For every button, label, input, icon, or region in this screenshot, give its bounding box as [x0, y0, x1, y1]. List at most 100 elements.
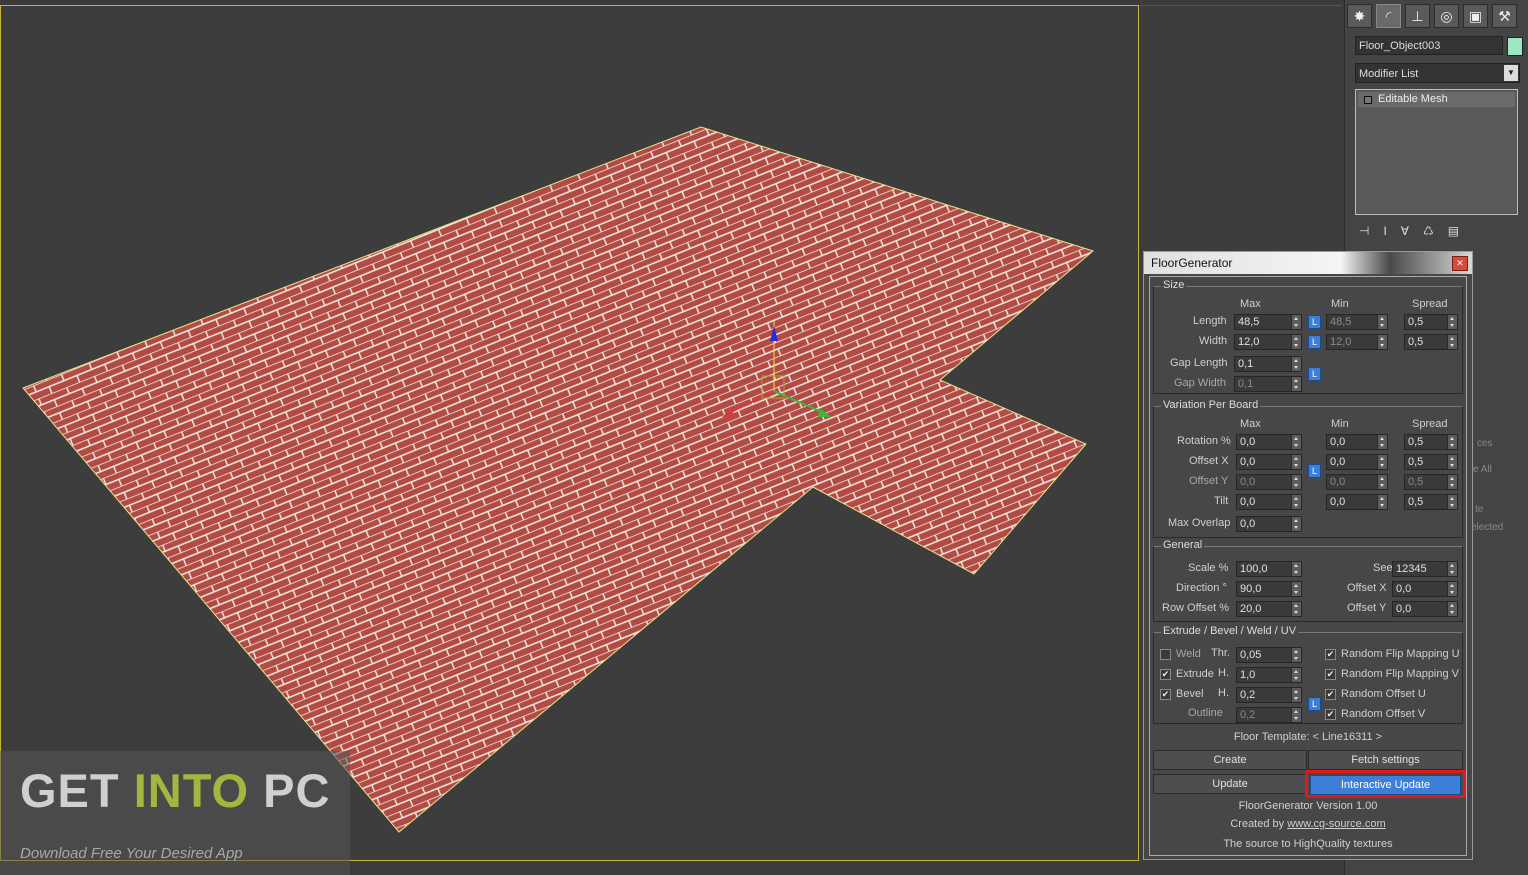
create-button[interactable]: Create [1153, 750, 1307, 770]
remove-modifier-icon[interactable]: ♺ [1423, 224, 1434, 238]
spinner-arrows-icon[interactable] [1291, 648, 1301, 662]
offset-v-checkbox[interactable]: ✔ [1325, 709, 1336, 720]
flip-v-checkbox[interactable]: ✔ [1325, 669, 1336, 680]
rotation-max-spinner[interactable]: 0,0 [1236, 434, 1302, 450]
spinner-arrows-icon[interactable] [1291, 562, 1301, 576]
spinner-arrows-icon[interactable] [1447, 602, 1457, 616]
chevron-down-icon[interactable]: ▼ [1504, 65, 1518, 81]
object-name-field[interactable]: Floor_Object003 [1355, 36, 1503, 55]
object-color-swatch[interactable] [1507, 37, 1523, 56]
seed-spinner[interactable]: 12345 [1392, 561, 1458, 577]
direction-spinner[interactable]: 90,0 [1236, 581, 1302, 597]
offset-y-max-spinner[interactable]: 0,0 [1236, 474, 1302, 490]
spinner-arrows-icon[interactable] [1447, 315, 1457, 329]
spinner-arrows-icon[interactable] [1447, 562, 1457, 576]
spinner-arrows-icon[interactable] [1377, 495, 1387, 509]
scale-spinner[interactable]: 100,0 [1236, 561, 1302, 577]
general-offset-x-spinner[interactable]: 0,0 [1392, 581, 1458, 597]
width-lock-button[interactable]: L [1308, 335, 1321, 349]
bevel-checkbox[interactable]: ✔ [1160, 689, 1171, 700]
length-min-spinner[interactable]: 48,5 [1326, 314, 1388, 330]
close-icon[interactable]: ✕ [1452, 256, 1468, 271]
tilt-max-spinner[interactable]: 0,0 [1236, 494, 1302, 510]
offset-y-min-spinner[interactable]: 0,0 [1326, 474, 1388, 490]
bevel-height-spinner[interactable]: 0,2 [1236, 687, 1302, 703]
perspective-viewport[interactable] [0, 5, 1139, 861]
spinner-arrows-icon[interactable] [1447, 475, 1457, 489]
spinner-arrows-icon[interactable] [1377, 335, 1387, 349]
outline-spinner[interactable]: 0,2 [1236, 707, 1302, 723]
rotation-min-spinner[interactable]: 0,0 [1326, 434, 1388, 450]
spinner-arrows-icon[interactable] [1377, 475, 1387, 489]
weld-threshold-spinner[interactable]: 0,05 [1236, 647, 1302, 663]
length-spread-spinner[interactable]: 0,5 [1404, 314, 1458, 330]
spinner-arrows-icon[interactable] [1291, 688, 1301, 702]
spinner-arrows-icon[interactable] [1291, 602, 1301, 616]
stack-item-editable-mesh[interactable]: Editable Mesh [1358, 92, 1515, 107]
spinner-arrows-icon[interactable] [1377, 455, 1387, 469]
general-offset-y-spinner[interactable]: 0,0 [1392, 601, 1458, 617]
modifier-list-dropdown[interactable]: Modifier List ▼ [1355, 63, 1520, 83]
create-tab-icon[interactable]: ✸ [1347, 4, 1372, 28]
spinner-arrows-icon[interactable] [1291, 357, 1301, 371]
tilt-min-spinner[interactable]: 0,0 [1326, 494, 1388, 510]
spinner-arrows-icon[interactable] [1291, 495, 1301, 509]
spinner-arrows-icon[interactable] [1291, 517, 1301, 531]
spinner-arrows-icon[interactable] [1291, 582, 1301, 596]
bevel-lock-button[interactable]: L [1308, 697, 1321, 711]
spinner-arrows-icon[interactable] [1447, 455, 1457, 469]
spinner-arrows-icon[interactable] [1291, 377, 1301, 391]
make-unique-icon[interactable]: ∀ [1401, 224, 1409, 238]
gap-lock-button[interactable]: L [1308, 367, 1321, 381]
pin-stack-icon[interactable]: ⊣ [1359, 224, 1369, 238]
width-min-spinner[interactable]: 12,0 [1326, 334, 1388, 350]
gap-length-spinner[interactable]: 0,1 [1234, 356, 1302, 372]
dialog-title[interactable]: FloorGenerator [1144, 252, 1472, 274]
max-overlap-spinner[interactable]: 0,0 [1236, 516, 1302, 532]
offset-x-min-spinner[interactable]: 0,0 [1326, 454, 1388, 470]
offset-x-spread-spinner[interactable]: 0,5 [1404, 454, 1458, 470]
watermark-into: INTO [133, 764, 250, 817]
extrude-height-spinner[interactable]: 1,0 [1236, 667, 1302, 683]
spinner-arrows-icon[interactable] [1447, 495, 1457, 509]
cg-source-link[interactable]: www.cg-source.com [1287, 818, 1385, 830]
floor-template-label[interactable]: Floor Template: < Line16311 > [1153, 731, 1463, 743]
spinner-arrows-icon[interactable] [1291, 455, 1301, 469]
flip-u-checkbox[interactable]: ✔ [1325, 649, 1336, 660]
offset-u-checkbox[interactable]: ✔ [1325, 689, 1336, 700]
gap-width-spinner[interactable]: 0,1 [1234, 376, 1302, 392]
spinner-arrows-icon[interactable] [1291, 315, 1301, 329]
spinner-arrows-icon[interactable] [1377, 315, 1387, 329]
spinner-arrows-icon[interactable] [1447, 582, 1457, 596]
update-button[interactable]: Update [1153, 774, 1307, 794]
spinner-arrows-icon[interactable] [1377, 435, 1387, 449]
spinner-arrows-icon[interactable] [1291, 335, 1301, 349]
fetch-settings-button[interactable]: Fetch settings [1308, 750, 1463, 770]
configure-sets-icon[interactable]: ▤ [1448, 224, 1459, 238]
rotation-spread-spinner[interactable]: 0,5 [1404, 434, 1458, 450]
modify-tab-icon[interactable]: ◜ [1376, 4, 1401, 28]
length-lock-button[interactable]: L [1308, 315, 1321, 329]
display-tab-icon[interactable]: ▣ [1463, 4, 1488, 28]
motion-tab-icon[interactable]: ◎ [1434, 4, 1459, 28]
length-max-spinner[interactable]: 48,5 [1234, 314, 1302, 330]
tilt-spread-spinner[interactable]: 0,5 [1404, 494, 1458, 510]
width-max-spinner[interactable]: 12,0 [1234, 334, 1302, 350]
weld-checkbox[interactable] [1160, 649, 1171, 660]
hierarchy-tab-icon[interactable]: ⊥ [1405, 4, 1430, 28]
spinner-arrows-icon[interactable] [1447, 435, 1457, 449]
expand-icon[interactable] [1364, 96, 1372, 104]
offset-lock-button[interactable]: L [1308, 464, 1321, 478]
width-spread-spinner[interactable]: 0,5 [1404, 334, 1458, 350]
spinner-arrows-icon[interactable] [1291, 475, 1301, 489]
spinner-arrows-icon[interactable] [1291, 668, 1301, 682]
extrude-checkbox[interactable]: ✔ [1160, 669, 1171, 680]
show-end-result-icon[interactable]: I [1383, 224, 1386, 238]
row-offset-spinner[interactable]: 20,0 [1236, 601, 1302, 617]
spinner-arrows-icon[interactable] [1291, 708, 1301, 722]
spinner-arrows-icon[interactable] [1447, 335, 1457, 349]
offset-x-max-spinner[interactable]: 0,0 [1236, 454, 1302, 470]
utilities-tab-icon[interactable]: ⚒ [1492, 4, 1517, 28]
offset-y-spread-spinner[interactable]: 0,5 [1404, 474, 1458, 490]
spinner-arrows-icon[interactable] [1291, 435, 1301, 449]
